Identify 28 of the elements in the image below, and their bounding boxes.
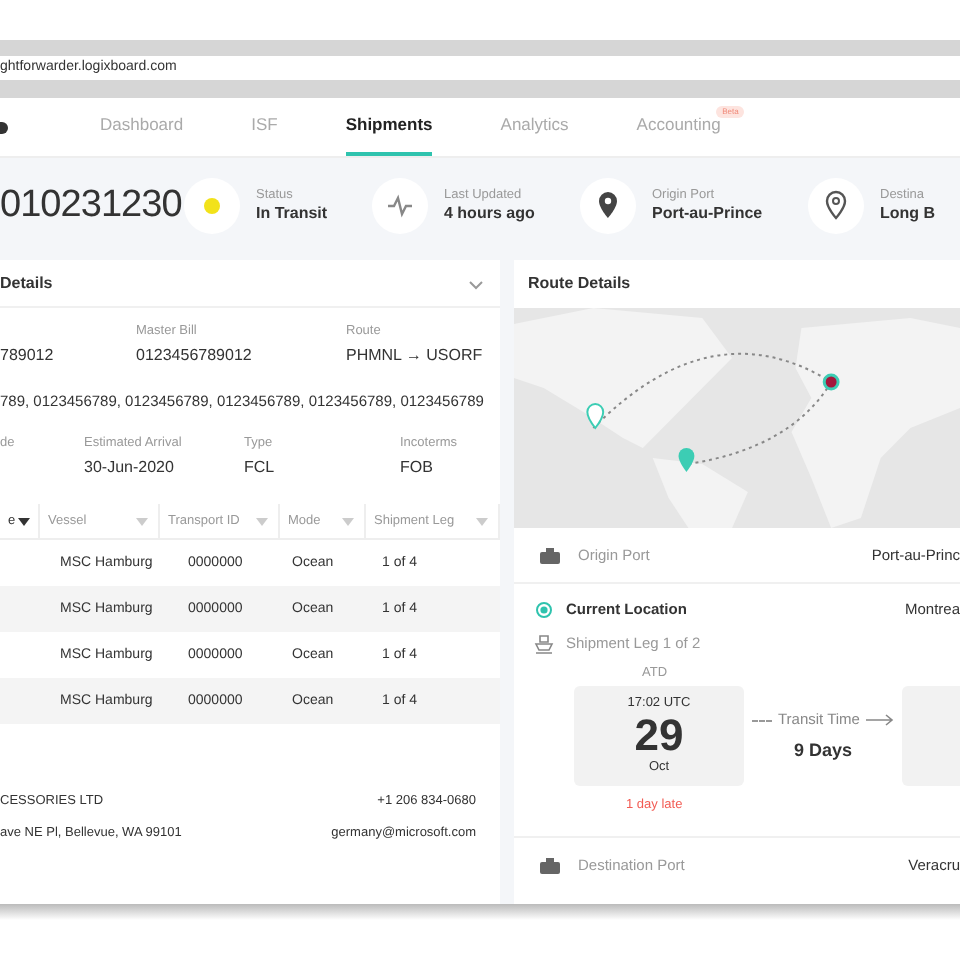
transit-time-value: 9 Days [793,737,852,764]
activity-icon [372,178,428,234]
target-location-icon [534,599,554,620]
chevron-down-icon[interactable] [468,275,484,291]
stat-value: In Transit [256,204,328,225]
panel-title: Route Details [528,272,631,296]
panel-title: Details [0,271,53,295]
departure-day: 29 [634,714,684,759]
location-pin-icon [580,178,636,234]
stat-value: Long B [880,204,936,225]
nav-tab[interactable]: Accounting [636,98,721,156]
shipment-id: 010231230 [0,181,184,230]
ship-icon [534,633,554,654]
sort-icon[interactable] [15,513,32,530]
field-value: 0123456789012 [136,346,254,367]
nav-tab[interactable]: ISF [251,98,278,156]
field-value: FOB [400,458,435,479]
logo-icon[interactable] [0,121,8,133]
nav-tab[interactable]: Analytics [500,98,569,156]
field-value: 789012 [0,346,56,366]
nav-tab[interactable]: Dashboard [100,98,184,156]
field-value: 30-Jun-2020 [84,458,176,479]
stat-value: Port-au-Prince [652,204,763,225]
field-value: PHMNL → USORF [346,346,485,367]
field-value: FCL [244,458,277,479]
arrow-right-icon [865,714,894,726]
location-pin-icon [808,178,864,234]
stat-value: 4 hours ago [444,204,535,225]
